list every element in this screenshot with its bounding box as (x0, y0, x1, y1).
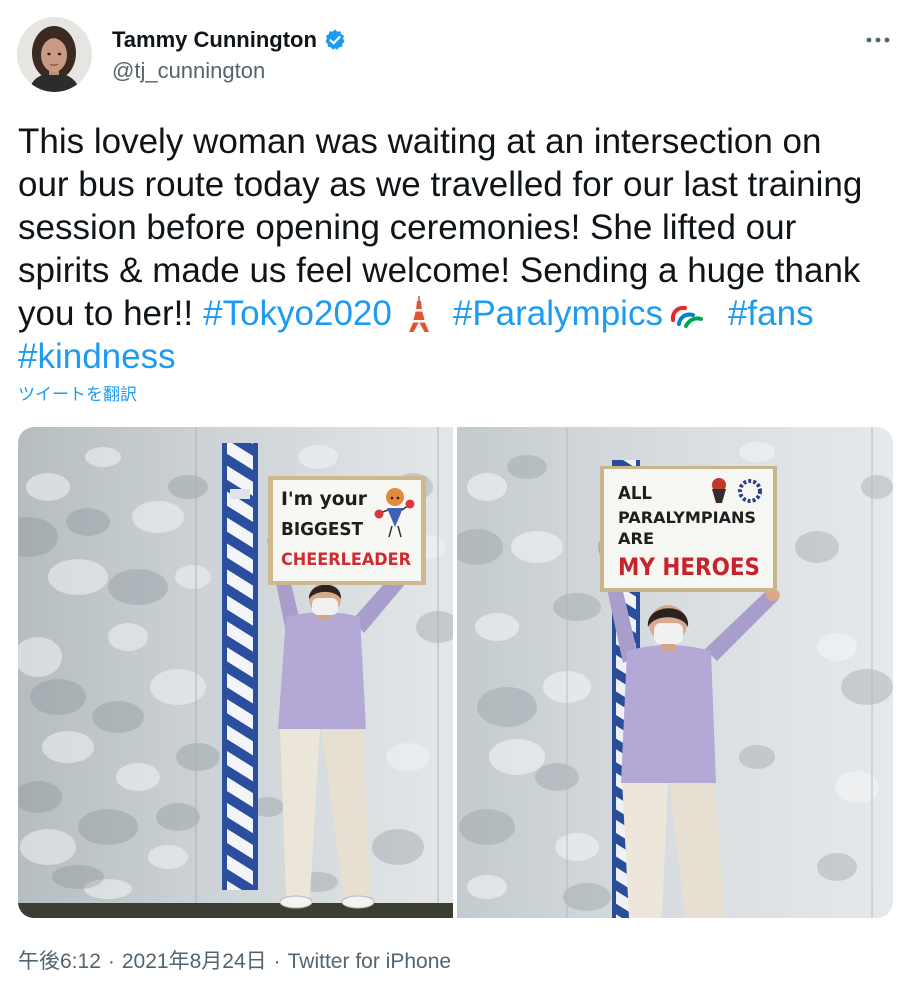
translate-tweet-link[interactable]: ツイートを翻訳 (18, 383, 137, 407)
avatar[interactable] (17, 17, 92, 92)
tweet-text-line: session before opening ceremonies! She l… (18, 208, 797, 247)
sign-text: CHEERLEADER (281, 550, 411, 570)
author-name[interactable]: Tammy Cunnington (112, 27, 317, 53)
tweet-text-line: This lovely woman was waiting at an inte… (18, 122, 822, 161)
separator: · (273, 950, 281, 973)
striped-pole (222, 443, 258, 890)
timestamp-date[interactable]: 2021年8月24日 (122, 948, 267, 976)
hashtag-tokyo2020[interactable]: #Tokyo2020 (203, 292, 392, 335)
tweet-media: I'm your BIGGEST CHEERLEADER ALL PARALYM… (18, 427, 893, 918)
sign-board: ALL PARALYMPIANS ARE MY HEROES (600, 466, 777, 592)
hashtag-paralympics[interactable]: #Paralympics (453, 292, 663, 335)
photo-left[interactable]: I'm your BIGGEST CHEERLEADER (18, 427, 453, 918)
source-label[interactable]: Twitter for iPhone (288, 948, 451, 976)
tweet-footer: 午後6:12 · 2021年8月24日 · Twitter for iPhone (18, 948, 451, 976)
separator: · (107, 950, 115, 973)
avatar-image (17, 17, 92, 92)
more-icon[interactable] (862, 28, 894, 52)
sign-text: MY HEROES (618, 553, 760, 581)
ground (18, 903, 453, 918)
sign-board: I'm your BIGGEST CHEERLEADER (268, 476, 426, 585)
hashtag-fans[interactable]: #fans (728, 292, 814, 335)
tweet-text-line: you to her!! #Tokyo2020 #Paralympics #fa… (18, 292, 908, 335)
tweet-text-line: #kindness (18, 335, 908, 378)
sign-text: BIGGEST (281, 519, 364, 540)
sign-text: PARALYMPIANS (618, 508, 756, 527)
sign-text: ALL (618, 483, 652, 504)
timestamp-time[interactable]: 午後6:12 (18, 948, 101, 976)
hashtag-kindness[interactable]: #kindness (18, 335, 176, 378)
tweet-text-segment: you to her!! (18, 294, 194, 333)
author-handle[interactable]: @tj_cunnington (112, 58, 265, 84)
sign-text: ARE (618, 529, 654, 548)
tweet-text-line: our bus route today as we travelled for … (18, 165, 863, 204)
sign-text: I'm your (281, 488, 368, 510)
verified-badge-icon (325, 29, 345, 50)
tweet-text-line: spirits & made us feel welcome! Sending … (18, 251, 861, 290)
author-name-row: Tammy Cunnington (112, 27, 347, 53)
photo-right[interactable]: ALL PARALYMPIANS ARE MY HEROES (457, 427, 893, 918)
tweet-text: This lovely woman was waiting at an inte… (18, 120, 908, 378)
paralympics-agitos-icon (670, 305, 703, 328)
tokyo-tower-icon (408, 295, 429, 332)
